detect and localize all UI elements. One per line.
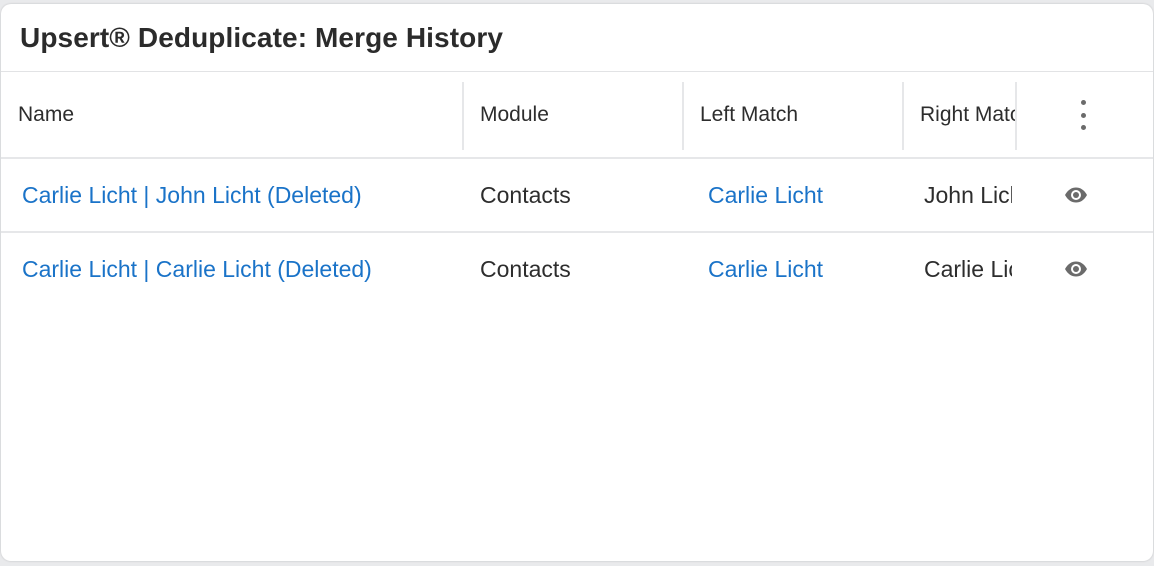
column-divider[interactable] — [462, 82, 464, 150]
column-actions-header — [1016, 73, 1153, 157]
column-header-module[interactable]: Module — [480, 73, 680, 157]
record-name-link[interactable]: Carlie Licht | John Licht (Deleted) — [22, 182, 362, 209]
kebab-menu-icon[interactable] — [1074, 100, 1094, 130]
column-header-right-match[interactable]: Right Match — [920, 73, 1015, 157]
table-row: Carlie Licht | John Licht (Deleted) Cont… — [1, 159, 1153, 233]
record-name-link[interactable]: Carlie Licht | Carlie Licht (Deleted) — [22, 256, 372, 283]
right-match-cell: Carlie Licht — [924, 255, 1012, 282]
column-header-name[interactable]: Name — [18, 73, 462, 157]
merge-history-table: Name Module Left Match Right Match Carli… — [1, 73, 1153, 307]
column-divider[interactable] — [682, 82, 684, 150]
name-cell: Carlie Licht | John Licht (Deleted) — [22, 159, 466, 231]
left-match-cell: Carlie Licht — [708, 159, 908, 231]
left-match-cell: Carlie Licht — [708, 233, 908, 305]
module-cell: Contacts — [480, 255, 571, 282]
column-header-left-match[interactable]: Left Match — [700, 73, 900, 157]
actions-cell — [1016, 159, 1153, 231]
table-row: Carlie Licht | Carlie Licht (Deleted) Co… — [1, 233, 1153, 307]
panel-header: Upsert® Deduplicate: Merge History — [1, 4, 1153, 72]
actions-cell — [1016, 233, 1153, 305]
eye-icon[interactable] — [1063, 185, 1089, 205]
eye-icon[interactable] — [1063, 259, 1089, 279]
table-header: Name Module Left Match Right Match — [1, 73, 1153, 159]
module-cell: Contacts — [480, 181, 571, 208]
merge-history-panel: Upsert® Deduplicate: Merge History Name … — [1, 4, 1153, 561]
left-match-link[interactable]: Carlie Licht — [708, 182, 823, 209]
column-divider[interactable] — [902, 82, 904, 150]
right-match-cell: John Licht — [924, 181, 1012, 208]
panel-title: Upsert® Deduplicate: Merge History — [20, 21, 504, 53]
name-cell: Carlie Licht | Carlie Licht (Deleted) — [22, 233, 466, 305]
left-match-link[interactable]: Carlie Licht — [708, 256, 823, 283]
